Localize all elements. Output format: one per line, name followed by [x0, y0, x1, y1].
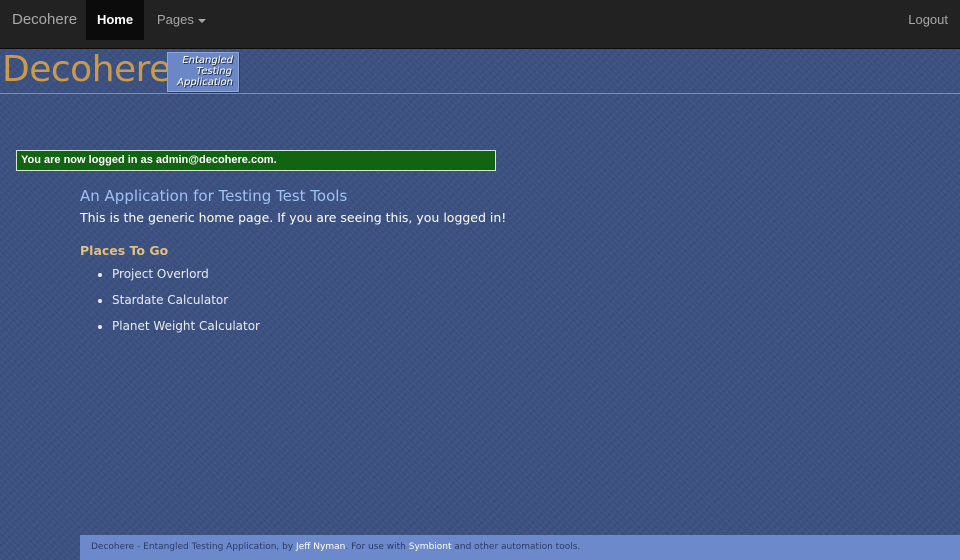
login-flash-message: You are now logged in as admin@decohere.…	[16, 150, 496, 171]
caret-down-icon	[197, 18, 206, 23]
logout-link[interactable]: Logout	[908, 0, 948, 40]
top-navbar: Decohere Home Pages Logout	[0, 0, 960, 49]
page-footer: Decohere - Entangled Testing Application…	[80, 535, 960, 560]
footer-middle-text: . For use with	[345, 542, 409, 552]
nav-pages-label: Pages	[157, 12, 194, 27]
place-link-planet-weight-calculator[interactable]: Planet Weight Calculator	[80, 316, 260, 342]
nav-pages-dropdown[interactable]: Pages	[157, 0, 206, 40]
nav-home-link[interactable]: Home	[86, 0, 144, 40]
logo-badge-line1: Entangled	[182, 55, 233, 66]
site-logo-text: Decohere	[2, 49, 171, 90]
place-link-stardate-calculator[interactable]: Stardate Calculator	[80, 290, 260, 316]
place-link-project-overlord[interactable]: Project Overlord	[80, 264, 260, 290]
footer-tool-link[interactable]: Symbiont	[409, 542, 452, 552]
page-title: An Application for Testing Test Tools	[80, 187, 348, 205]
places-heading: Places To Go	[80, 243, 169, 258]
navbar-brand-link[interactable]: Decohere	[12, 0, 77, 40]
logout-label: Logout	[908, 12, 948, 27]
logo-badge-line2: Testing	[196, 66, 232, 77]
places-list: Project Overlord Stardate Calculator Pla…	[80, 264, 260, 342]
site-header: Decohere Entangled Testing Application	[0, 49, 960, 94]
logo-badge-line3: Application	[177, 77, 233, 88]
footer-prefix-text: Decohere - Entangled Testing Application…	[91, 542, 297, 552]
nav-home-label: Home	[96, 12, 134, 27]
logo-badge: Entangled Testing Application	[167, 52, 239, 92]
page-intro-text: This is the generic home page. If you ar…	[80, 210, 507, 225]
footer-author-link[interactable]: Jeff Nyman	[296, 542, 345, 552]
footer-suffix-text: and other automation tools.	[451, 542, 581, 552]
